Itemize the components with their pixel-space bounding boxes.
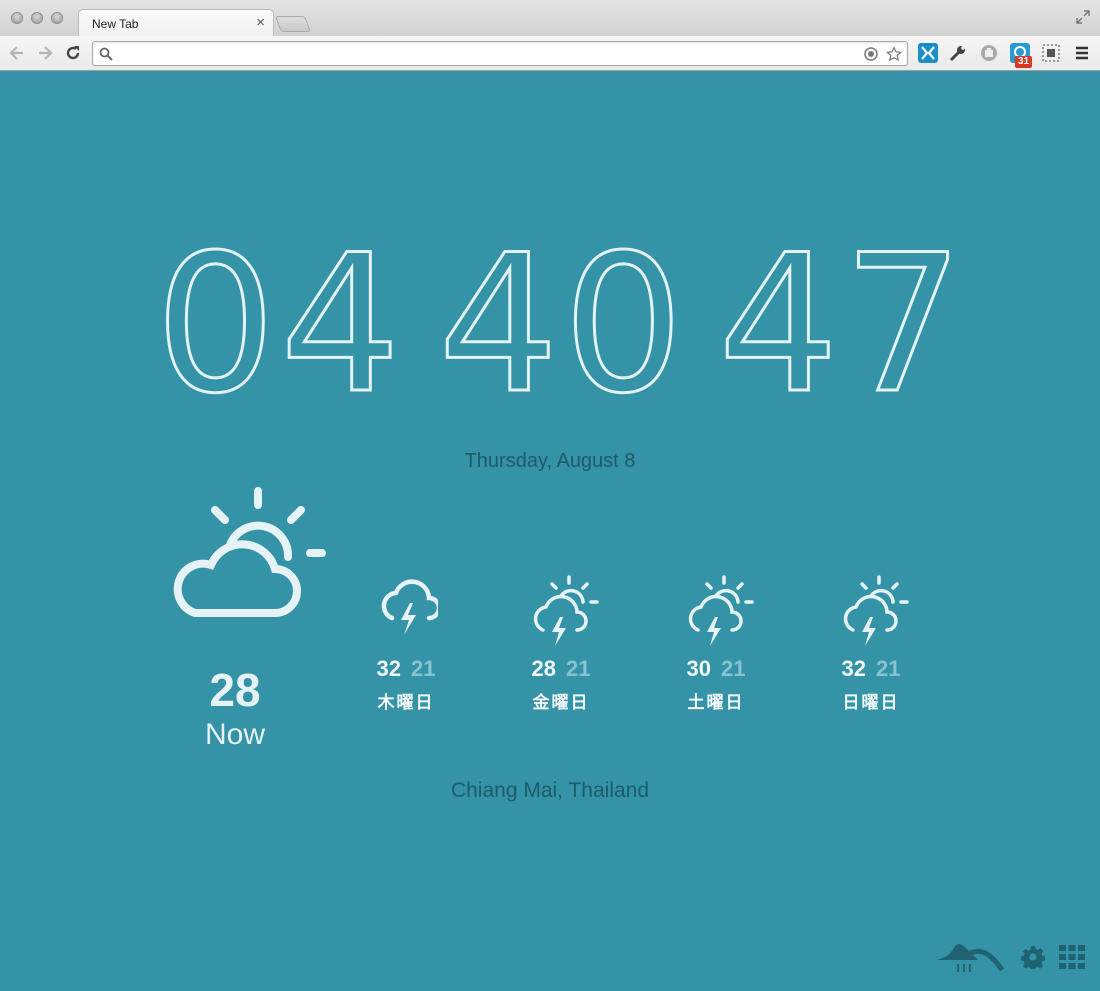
thunderstorm-sun-icon [533, 575, 599, 646]
location-icon[interactable] [863, 46, 879, 62]
forecast-temps: 32 21 [356, 656, 456, 682]
clock-hours: 04 [154, 214, 405, 435]
location-label: Chiang Mai, Thailand [450, 779, 650, 802]
forward-icon[interactable] [35, 43, 55, 63]
fullscreen-icon[interactable] [1075, 9, 1091, 25]
thunderstorm-sun-icon [843, 575, 909, 646]
tab-strip: New Tab × [0, 0, 1100, 37]
forecast-high: 32 [376, 656, 401, 681]
forecast-low: 21 [411, 656, 436, 681]
forecast-low: 21 [566, 656, 591, 681]
thunderstorm-icon [381, 579, 438, 635]
new-tab-button[interactable] [275, 16, 311, 32]
forecast-day-name: 金曜日 [532, 693, 590, 712]
forecast-temps: 30 21 [666, 656, 766, 682]
reload-icon[interactable] [63, 43, 83, 63]
tab-close-icon[interactable]: × [256, 14, 265, 32]
thunderstorm-sun-icon [688, 575, 754, 646]
forecast-low: 21 [721, 656, 746, 681]
forecast-high: 28 [531, 656, 556, 681]
close-window-button[interactable] [11, 12, 23, 24]
bow-extension-icon[interactable] [918, 43, 938, 63]
forecast-day-name: 土曜日 [687, 693, 745, 712]
browser-toolbar: 31 [0, 36, 1100, 71]
forecast-day-name: 日曜日 [842, 693, 900, 712]
zoom-window-button[interactable] [51, 12, 63, 24]
apps-grid-icon[interactable] [1059, 945, 1085, 969]
forecast-day-name: 木曜日 [377, 693, 435, 712]
menu-icon[interactable] [1072, 43, 1092, 63]
evernote-icon[interactable] [1041, 43, 1061, 63]
forecast-low: 21 [876, 656, 901, 681]
address-bar[interactable] [92, 41, 908, 66]
bookmark-star-icon[interactable] [886, 46, 902, 62]
clock-seconds: 47 [717, 214, 968, 435]
tab-title: New Tab [92, 17, 139, 31]
search-icon [99, 47, 113, 61]
current-temperature: 28 [209, 664, 261, 716]
adblock-icon[interactable] [979, 43, 999, 63]
address-input[interactable] [117, 45, 857, 63]
extension-badge: 31 [1015, 56, 1033, 68]
gear-icon[interactable] [1021, 945, 1045, 969]
current-date: Thursday, August 8 [464, 450, 636, 472]
forecast-temps: 32 21 [821, 656, 921, 682]
currently-logo-icon[interactable] [934, 936, 1006, 974]
clock-minutes: 40 [437, 214, 688, 435]
current-label: Now [204, 718, 265, 751]
forecast-high: 30 [686, 656, 711, 681]
back-icon[interactable] [7, 43, 27, 63]
wrench-icon[interactable] [948, 43, 968, 63]
forecast-temps: 28 21 [511, 656, 611, 682]
minimize-window-button[interactable] [31, 12, 43, 24]
partly-cloudy-icon [173, 487, 326, 617]
forecast-high: 32 [841, 656, 866, 681]
tab-new-tab[interactable]: New Tab × [78, 9, 274, 37]
